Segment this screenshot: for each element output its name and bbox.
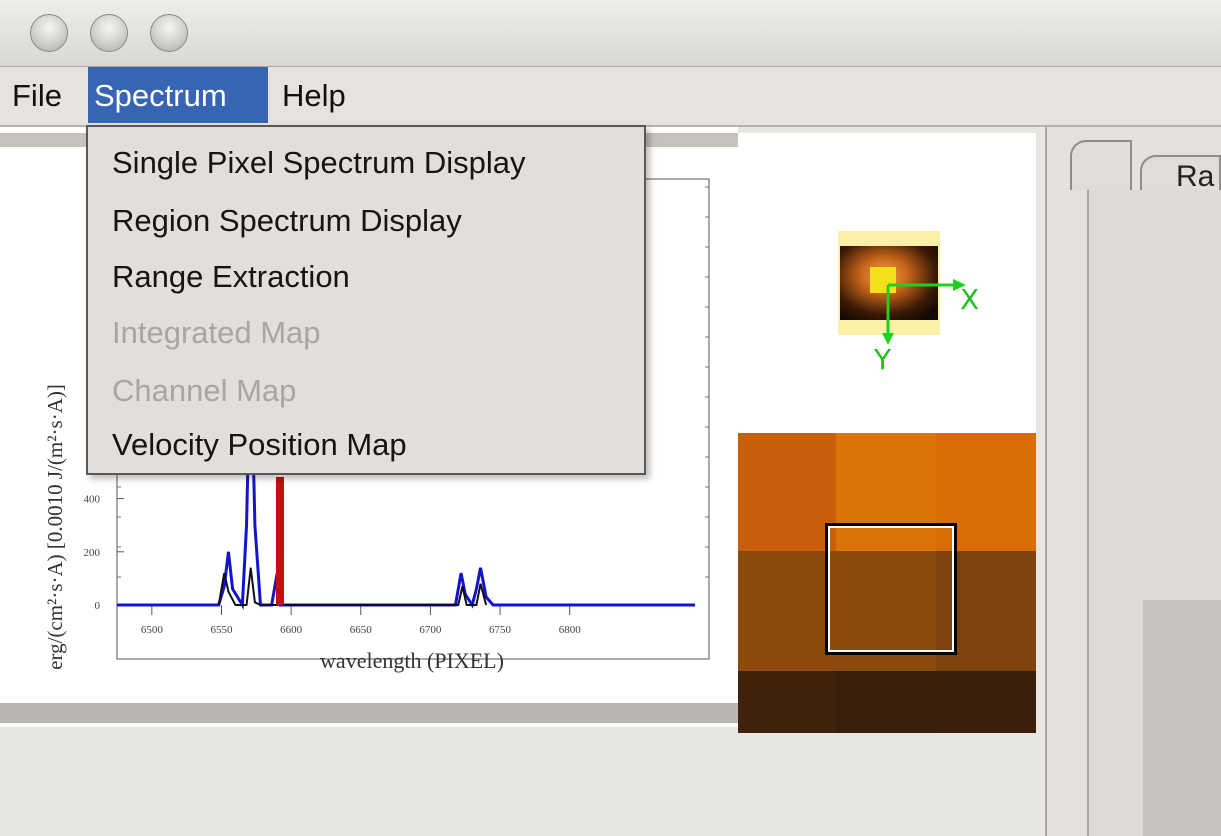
tab-content-panel [1143,600,1221,836]
zoom-window-button[interactable] [150,14,188,52]
pixel-cell [836,433,936,551]
x-tick-label: 6800 [559,624,582,636]
menu-file[interactable]: File [6,67,68,123]
x-tick-label: 6550 [210,624,233,636]
menu-item-single-pixel-spectrum-display[interactable]: Single Pixel Spectrum Display [112,139,526,187]
pixel-cell [836,671,936,733]
pixel-cell [738,671,836,733]
x-axis-indicator: X [960,283,979,316]
thumbnail-svg: X Y [838,231,979,376]
tab-ra-label: Ra [1176,160,1215,193]
menu-item-channel-map: Channel Map [112,373,297,408]
lower-empty-area [0,730,1045,836]
tab-unlabeled[interactable] [1070,140,1132,190]
x-axis-label: wavelength (PIXEL) [320,648,504,673]
wavelength-marker-bar[interactable] [275,477,284,605]
pixel-cell [738,433,836,551]
y-axis-indicator: Y [873,343,892,376]
x-tick-label: 6500 [141,624,164,636]
close-window-button[interactable] [30,14,68,52]
menu-spectrum[interactable]: Spectrum [88,67,268,123]
menu-item-velocity-position-map[interactable]: Velocity Position Map [112,421,407,469]
menu-help[interactable]: Help [276,67,352,123]
pixel-cell [936,671,1036,733]
menu-item-region-spectrum-display[interactable]: Region Spectrum Display [112,197,462,245]
marker-layer [275,477,284,605]
y-tick-label: 0 [95,600,101,612]
spectrum-dropdown-menu: Single Pixel Spectrum Display Region Spec… [86,125,646,475]
y-tick-label: 400 [84,494,101,506]
x-tick-label: 6700 [419,624,442,636]
y-axis-label: erg/(cm²·s·A) [0.0010 J/(m²·s·A)] [43,384,67,670]
minimize-window-button[interactable] [90,14,128,52]
menu-item-integrated-map: Integrated Map [112,315,321,350]
x-tick-label: 6650 [350,624,373,636]
pixel-cell [936,433,1036,551]
pixel-zoom-view[interactable] [738,433,1036,733]
menu-item-range-extraction[interactable]: Range Extraction [112,253,350,301]
pixel-cell [738,551,836,671]
window-title-bar [0,0,1221,67]
menu-bar: File Spectrum Help [0,67,1221,127]
y-tick-label: 200 [84,547,101,559]
x-axis: 6500 6550 6600 6650 6700 6750 6800 [141,605,581,636]
x-tick-label: 6600 [280,624,303,636]
pixel-grid-svg [738,433,1036,733]
x-tick-label: 6750 [489,624,512,636]
selection-cursor-box [870,267,896,293]
thumbnail-panel: X Y [738,133,1036,433]
panel-horizontal-scrollbar[interactable] [0,703,738,723]
